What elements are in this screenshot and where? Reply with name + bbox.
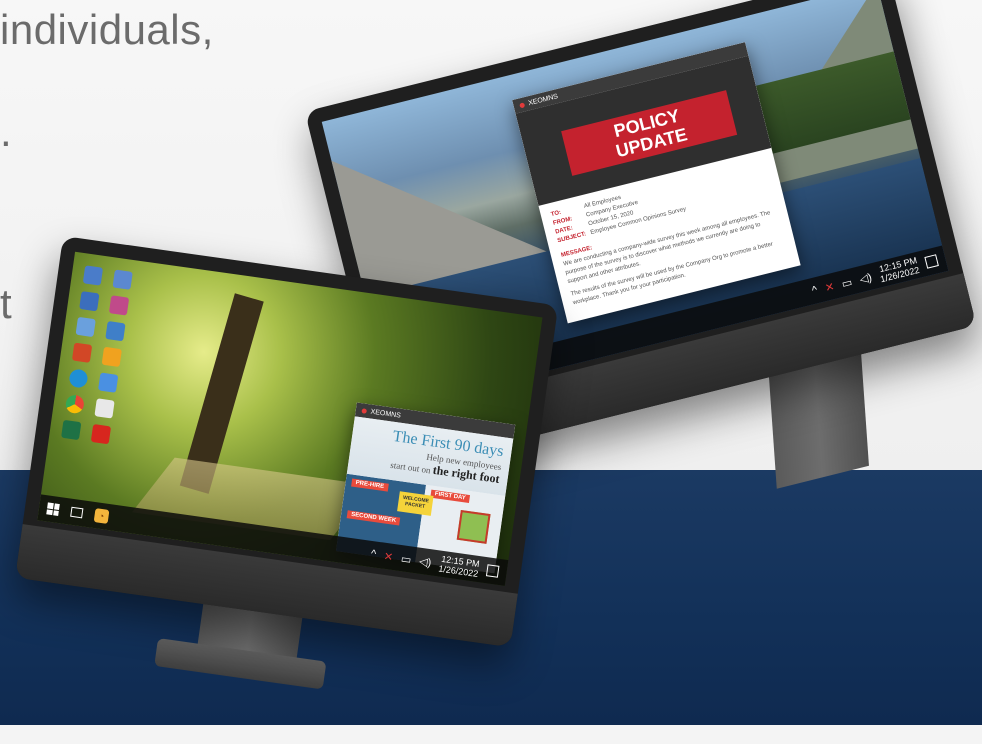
network-icon[interactable]: ▭ [840, 275, 853, 290]
chrome-icon[interactable] [64, 394, 86, 415]
acrobat-icon[interactable] [90, 423, 112, 445]
system-clock[interactable]: 12:15 PM 1/26/2022 [438, 553, 480, 579]
notification-icon[interactable] [924, 254, 939, 269]
app-logo-icon [361, 407, 368, 414]
first-day-tag: FIRST DAY [430, 489, 471, 504]
excel-icon[interactable] [61, 419, 82, 441]
gift-box-icon [456, 509, 491, 544]
desktop-icon-13[interactable] [94, 398, 115, 419]
left-monitor: XEOMNS The First 90 days Help new employ… [2, 235, 578, 744]
start-icon[interactable] [46, 502, 60, 516]
desktop-icon-8[interactable] [112, 269, 133, 290]
desktop-icon-1[interactable] [82, 265, 104, 286]
headline-line-2: . [0, 108, 13, 155]
powerpoint-icon[interactable] [71, 342, 93, 363]
first-90-subtitle-prefix: start out on [389, 459, 432, 476]
notification-icon[interactable] [485, 564, 500, 578]
left-monitor-screen: XEOMNS The First 90 days Help new employ… [37, 251, 543, 586]
headline-line-1: individuals, [0, 6, 214, 53]
tray-app-icon[interactable]: ✕ [824, 280, 836, 294]
first-90-window-title: XEOMNS [370, 408, 402, 420]
tray-chevron-icon[interactable]: ^ [811, 284, 819, 297]
edge-icon[interactable] [68, 368, 89, 389]
desktop-icon-11[interactable] [101, 346, 122, 368]
left-monitor-bezel: XEOMNS The First 90 days Help new employ… [15, 235, 559, 648]
desktop-icon-9[interactable] [108, 295, 130, 316]
tray-app-icon[interactable]: ✕ [383, 549, 394, 563]
task-view-icon[interactable] [70, 506, 84, 519]
volume-icon[interactable]: ◁) [418, 554, 432, 569]
system-clock[interactable]: 12:15 PM 1/26/2022 [877, 255, 921, 285]
headline-line-3: t [0, 280, 13, 327]
desktop-icon-10[interactable] [105, 320, 126, 342]
desktop-icon-12[interactable] [98, 372, 119, 393]
network-icon[interactable]: ▭ [400, 552, 412, 566]
desktop-icon-2[interactable] [79, 291, 100, 312]
pinned-app-icon[interactable]: ◔ [93, 508, 110, 524]
volume-icon[interactable]: ◁) [858, 270, 873, 286]
tray-chevron-icon[interactable]: ^ [370, 548, 377, 561]
desktop-icon-3[interactable] [75, 316, 96, 338]
app-logo-icon [519, 101, 526, 108]
